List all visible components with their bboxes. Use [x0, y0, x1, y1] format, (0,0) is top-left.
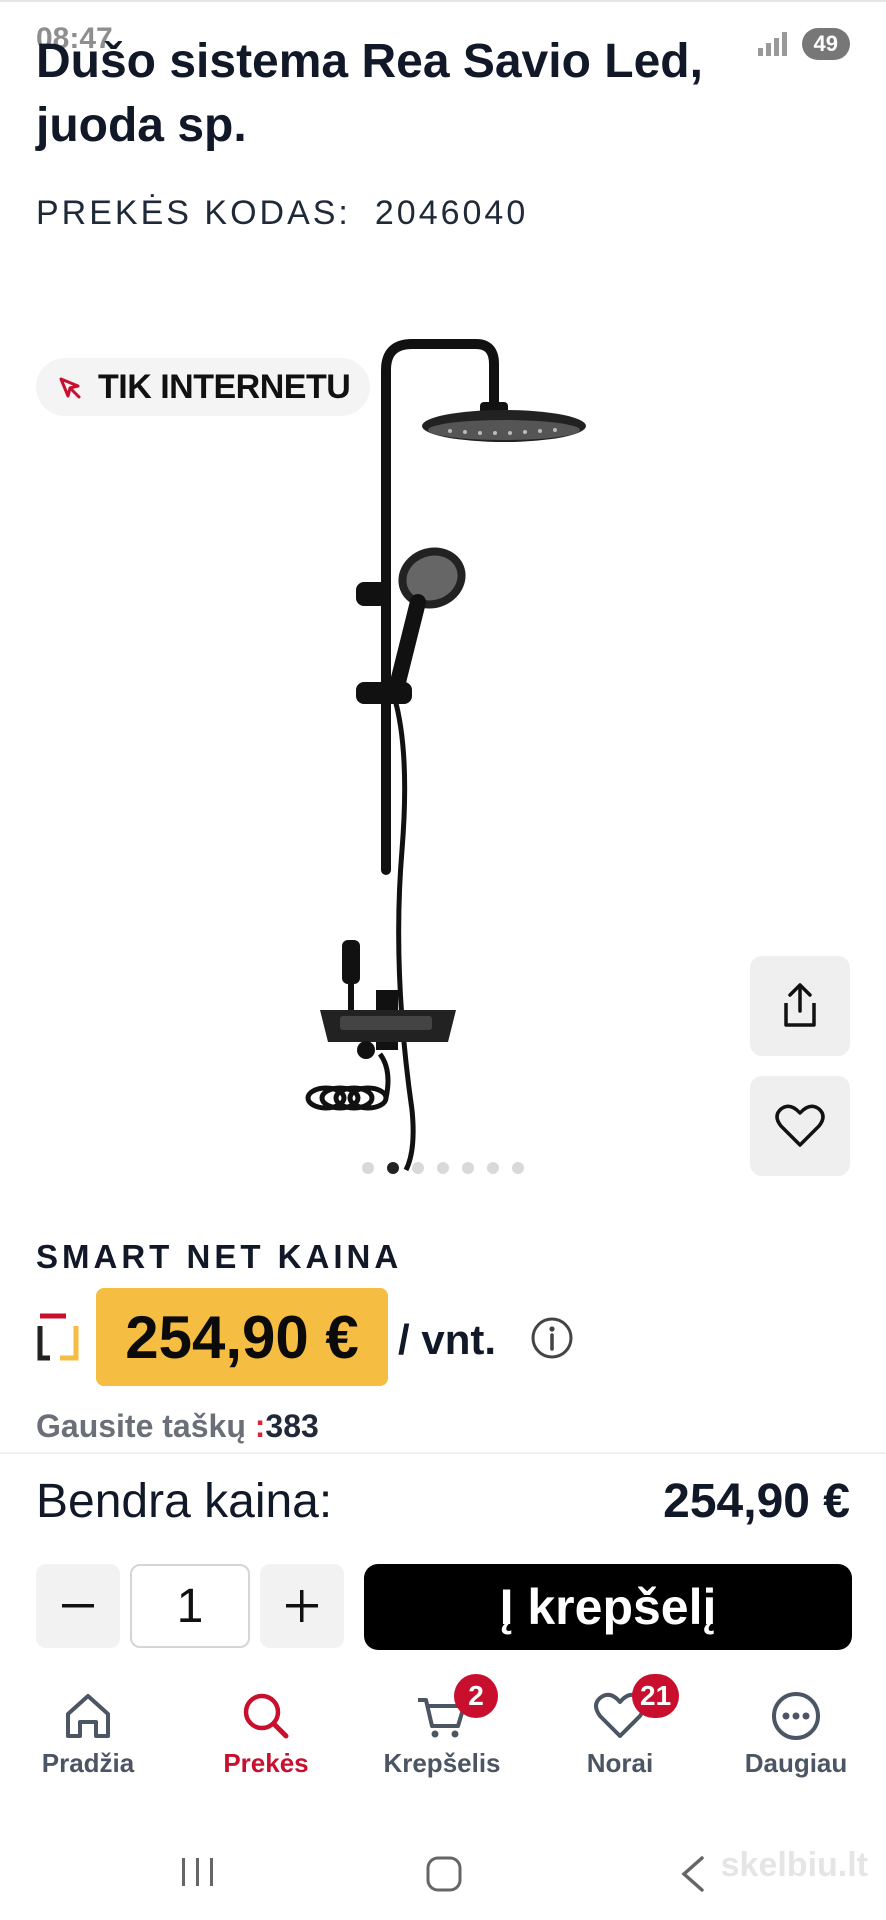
- gallery-dot[interactable]: [362, 1162, 374, 1174]
- quantity-decrease-button[interactable]: [36, 1564, 120, 1648]
- total-label: Bendra kaina:: [36, 1475, 333, 1528]
- nav-label-more: Daugiau: [744, 1748, 848, 1778]
- quantity-input[interactable]: 1: [130, 1564, 250, 1648]
- loyalty-points: Gausite taškų :383: [36, 1408, 319, 1445]
- wishlist-count-badge: 21: [632, 1674, 680, 1718]
- nav-label-wishlist: Norai: [586, 1748, 654, 1778]
- home-icon: [66, 1694, 110, 1738]
- nav-item-home[interactable]: Pradžia: [8, 1688, 168, 1779]
- nav-label-products: Prekės: [223, 1748, 309, 1778]
- favorite-button[interactable]: [750, 1076, 850, 1176]
- search-icon: [243, 1693, 289, 1739]
- add-to-cart-button[interactable]: Į krepšelį: [364, 1564, 852, 1650]
- gallery-pagination: [362, 1162, 524, 1174]
- nav-label-home: Pradžia: [41, 1748, 135, 1778]
- gallery-dot[interactable]: [462, 1162, 474, 1174]
- points-value: 383: [265, 1408, 319, 1444]
- points-colon: :: [254, 1408, 266, 1444]
- price-label: SMART NET KAINA: [36, 1238, 403, 1275]
- shower-system-image[interactable]: [280, 330, 620, 1200]
- home-system-icon[interactable]: [424, 1854, 464, 1894]
- minus-icon: [62, 1604, 94, 1608]
- back-icon[interactable]: [678, 1854, 708, 1894]
- brand-logo-icon: [37, 1313, 79, 1361]
- nav-item-more[interactable]: Daugiau: [716, 1688, 876, 1779]
- recent-apps-icon[interactable]: [178, 1854, 218, 1890]
- product-code: PREKĖS KODAS: 2046040: [36, 194, 528, 233]
- heart-icon: [775, 1104, 825, 1147]
- cursor-click-icon: [59, 377, 81, 399]
- cart-count-badge: 2: [454, 1674, 498, 1718]
- nav-item-cart[interactable]: 2 Krepšelis: [362, 1674, 522, 1779]
- product-code-label: PREKĖS KODAS:: [36, 194, 351, 232]
- product-title: Dušo sistema Rea Savio Led, juoda sp.: [36, 35, 703, 152]
- price-box: 254,90 €: [96, 1288, 388, 1386]
- info-icon[interactable]: [530, 1316, 574, 1360]
- points-label: Gausite taškų: [36, 1408, 255, 1444]
- plus-icon: [286, 1590, 318, 1622]
- product-code-value: 2046040: [374, 194, 529, 232]
- gallery-dot[interactable]: [437, 1162, 449, 1174]
- gallery-dot[interactable]: [487, 1162, 499, 1174]
- gallery-dot[interactable]: [512, 1162, 524, 1174]
- total-value: 254,90 €: [663, 1475, 850, 1528]
- nav-item-products[interactable]: Prekės: [186, 1688, 346, 1779]
- watermark: skelbiu.lt: [720, 1846, 868, 1884]
- gallery-dot[interactable]: [412, 1162, 424, 1174]
- divider: [0, 1452, 886, 1454]
- gallery-dot-active[interactable]: [387, 1162, 399, 1174]
- share-icon: [784, 983, 816, 1027]
- price-unit: / vnt.: [398, 1316, 497, 1363]
- nav-label-cart: Krepšelis: [383, 1748, 501, 1778]
- bottom-nav: Pradžia Prekės 2 Krepšelis 21 Norai Daug…: [0, 1674, 886, 1800]
- quantity-increase-button[interactable]: [260, 1564, 344, 1648]
- share-button[interactable]: [750, 956, 850, 1056]
- nav-item-wishlist[interactable]: 21 Norai: [540, 1674, 700, 1779]
- price-value: 254,90 €: [125, 1303, 359, 1371]
- more-icon: [772, 1692, 820, 1740]
